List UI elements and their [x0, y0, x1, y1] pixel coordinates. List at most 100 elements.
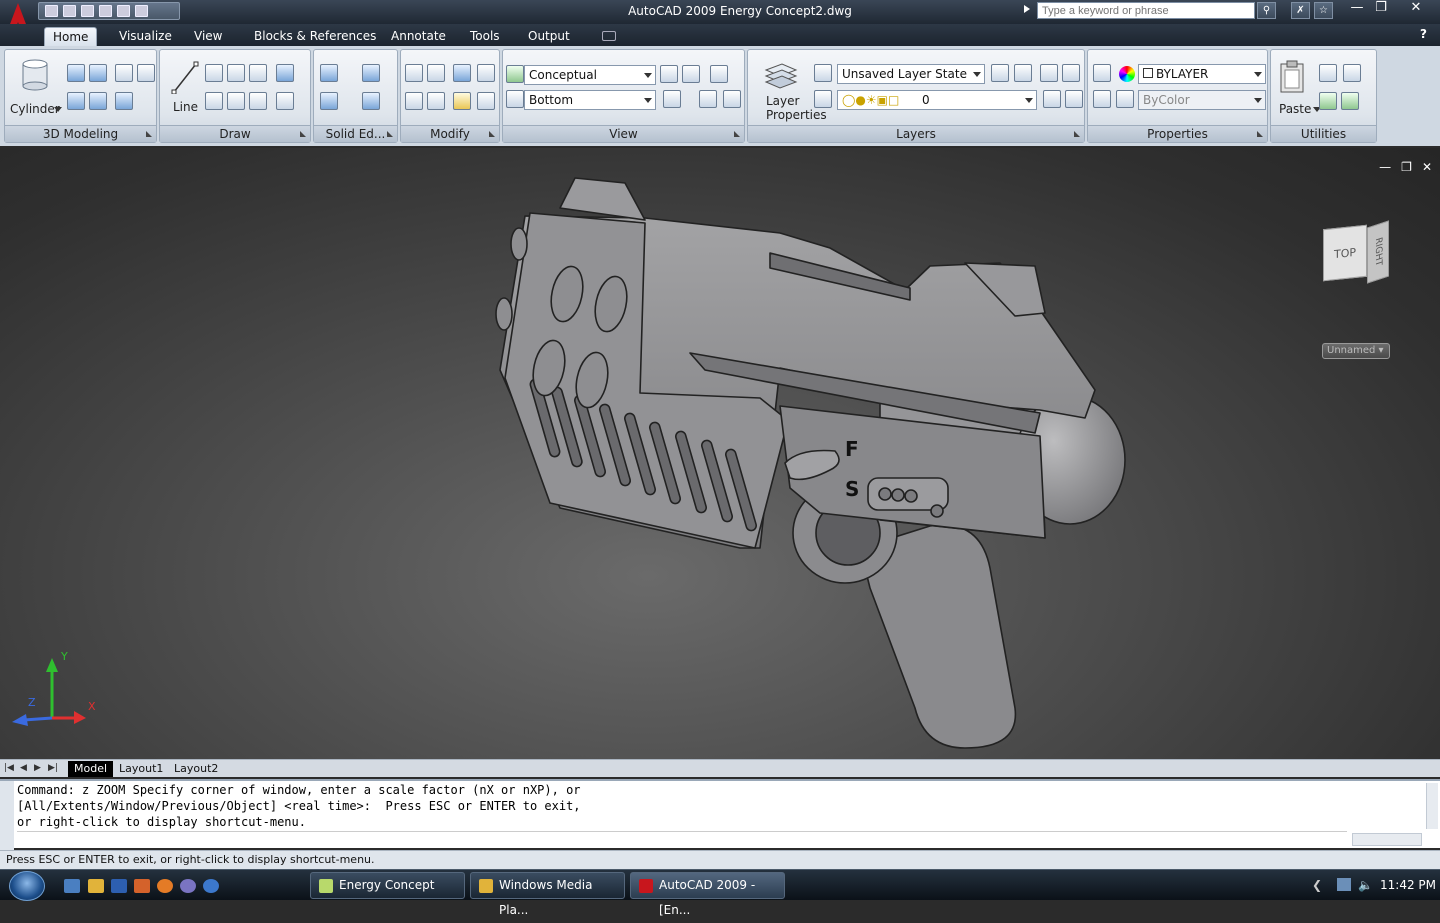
move-icon[interactable] — [405, 64, 423, 82]
fillet-icon[interactable] — [453, 92, 471, 110]
panel-title-3d-modeling[interactable]: 3D Modeling — [5, 125, 156, 142]
sweep-icon[interactable] — [89, 92, 107, 110]
viewports-icon[interactable] — [723, 90, 741, 108]
tab-output[interactable]: Output — [520, 27, 578, 46]
cylinder-button[interactable] — [19, 58, 51, 92]
viewcube[interactable]: TOP RIGHT — [1318, 220, 1394, 294]
presspull-icon[interactable] — [137, 64, 155, 82]
layer-merge-icon[interactable] — [1065, 90, 1083, 108]
panel-title-view[interactable]: View — [503, 125, 744, 142]
last-layout-icon[interactable]: ▶| — [48, 762, 58, 774]
viewcube-top-face[interactable]: TOP — [1323, 224, 1367, 282]
firefox-icon[interactable] — [157, 879, 173, 893]
communication-center-icon[interactable]: ✗ — [1291, 2, 1310, 19]
open-folder-icon[interactable] — [63, 5, 76, 17]
start-button[interactable] — [9, 871, 45, 901]
quick-select-icon[interactable] — [1341, 92, 1359, 110]
rotate-icon[interactable] — [405, 92, 423, 110]
panel-launcher-icon[interactable] — [146, 131, 152, 137]
circle-icon[interactable] — [276, 92, 294, 110]
new-file-icon[interactable] — [45, 5, 58, 17]
minimize-button[interactable]: — — [1346, 0, 1368, 18]
panel-launcher-icon[interactable] — [734, 131, 740, 137]
layer-previous-icon[interactable] — [814, 90, 832, 108]
command-input[interactable] — [17, 831, 1347, 847]
tab-annotate[interactable]: Annotate — [383, 27, 454, 46]
next-layout-icon[interactable]: ▶ — [34, 762, 44, 774]
xray-icon[interactable] — [682, 65, 700, 83]
search-input[interactable] — [1037, 2, 1255, 19]
panel-title-utilities[interactable]: Utilities — [1271, 125, 1376, 142]
layer-freeze-icon[interactable] — [1062, 64, 1080, 82]
panel-title-solid-editing[interactable]: Solid Ed... — [314, 125, 397, 142]
command-horizontal-scrollbar[interactable] — [1352, 833, 1422, 846]
energy-gun-model[interactable]: F S — [0, 148, 1440, 759]
match-properties-icon[interactable] — [1093, 64, 1111, 82]
panel-title-layers[interactable]: Layers — [748, 125, 1084, 142]
3d-array-icon[interactable] — [427, 92, 445, 110]
taskbar-item-energy-concept[interactable]: Energy Concept — [310, 872, 465, 899]
command-vertical-scrollbar[interactable] — [1426, 783, 1438, 829]
extrude-icon[interactable] — [89, 64, 107, 82]
hatch-icon[interactable] — [227, 64, 245, 82]
layer-properties-button[interactable] — [760, 56, 802, 90]
table-icon[interactable] — [249, 64, 267, 82]
layer-walk-icon[interactable] — [1043, 90, 1061, 108]
previous-layout-icon[interactable]: ◀ — [20, 762, 30, 774]
favorites-star-icon[interactable]: ☆ — [1314, 2, 1333, 19]
separate-icon[interactable] — [362, 92, 380, 110]
mirror-icon[interactable] — [477, 64, 495, 82]
redo-icon[interactable] — [135, 5, 148, 17]
search-expand-icon[interactable] — [1024, 5, 1030, 13]
box-icon[interactable] — [67, 64, 85, 82]
ucs-menu[interactable]: Unnamed ▾ — [1322, 343, 1390, 359]
hide-icon[interactable] — [276, 64, 294, 82]
restore-button[interactable]: ❐ — [1370, 0, 1392, 18]
revolve-icon[interactable] — [67, 92, 85, 110]
polygon-icon[interactable] — [227, 92, 245, 110]
tab-home[interactable]: Home — [44, 27, 98, 46]
print-icon[interactable] — [99, 5, 112, 17]
panel-title-draw[interactable]: Draw — [160, 125, 310, 142]
tab-blocks-references[interactable]: Blocks & References — [246, 27, 384, 46]
slice-icon[interactable] — [362, 64, 380, 82]
chevron-down-icon[interactable] — [54, 107, 62, 112]
volume-icon[interactable]: 🔈 — [1358, 878, 1373, 892]
show-desktop-icon[interactable] — [64, 879, 80, 893]
panel-title-properties[interactable]: Properties — [1088, 125, 1267, 142]
word-icon[interactable] — [111, 879, 127, 893]
orbit-icon[interactable] — [699, 90, 717, 108]
current-layer-dropdown[interactable]: ◯●☀▣□ 0 — [837, 90, 1037, 110]
layer-isolate-icon[interactable] — [991, 64, 1009, 82]
list-icon[interactable] — [1093, 90, 1111, 108]
shadow-icon[interactable] — [710, 65, 728, 83]
layer-off-icon[interactable] — [1040, 64, 1058, 82]
search-icon[interactable]: ⚲ — [1257, 2, 1276, 19]
3d-rotate-icon[interactable] — [427, 64, 445, 82]
panel-launcher-icon[interactable] — [1257, 131, 1263, 137]
taskbar-item-media-player[interactable]: Windows Media Pla... — [470, 872, 625, 917]
panel-title-modify[interactable]: Modify — [401, 125, 499, 142]
line-button[interactable] — [170, 60, 200, 95]
taskbar-item-autocad[interactable]: AutoCAD 2009 - [En... — [630, 872, 785, 917]
tray-expand-icon[interactable]: ❮ — [1312, 878, 1322, 892]
tab-visualize[interactable]: Visualize — [111, 27, 180, 46]
polyline-icon[interactable] — [205, 64, 223, 82]
model-viewport[interactable]: — ❐ ✕ F S TOP RIGHT Unnamed ▾ Y X Z — [0, 148, 1440, 759]
panel-launcher-icon[interactable] — [489, 131, 495, 137]
clock[interactable]: 11:42 PM — [1380, 878, 1436, 892]
save-icon[interactable] — [81, 5, 94, 17]
undo-icon[interactable] — [117, 5, 130, 17]
viewcube-right-face[interactable]: RIGHT — [1367, 220, 1389, 284]
linetype-dropdown[interactable]: ByColor — [1138, 90, 1266, 110]
panel-launcher-icon[interactable] — [387, 131, 393, 137]
ribbon-minimize-toggle[interactable] — [602, 31, 616, 41]
paste-button[interactable] — [1279, 58, 1307, 94]
extract-edges-icon[interactable] — [320, 92, 338, 110]
first-layout-icon[interactable]: |◀ — [4, 762, 14, 774]
region-icon[interactable] — [249, 92, 267, 110]
align-icon[interactable] — [453, 64, 471, 82]
zoom-icon[interactable] — [663, 90, 681, 108]
tab-tools[interactable]: Tools — [462, 27, 508, 46]
quick-calc-icon[interactable] — [1319, 92, 1337, 110]
